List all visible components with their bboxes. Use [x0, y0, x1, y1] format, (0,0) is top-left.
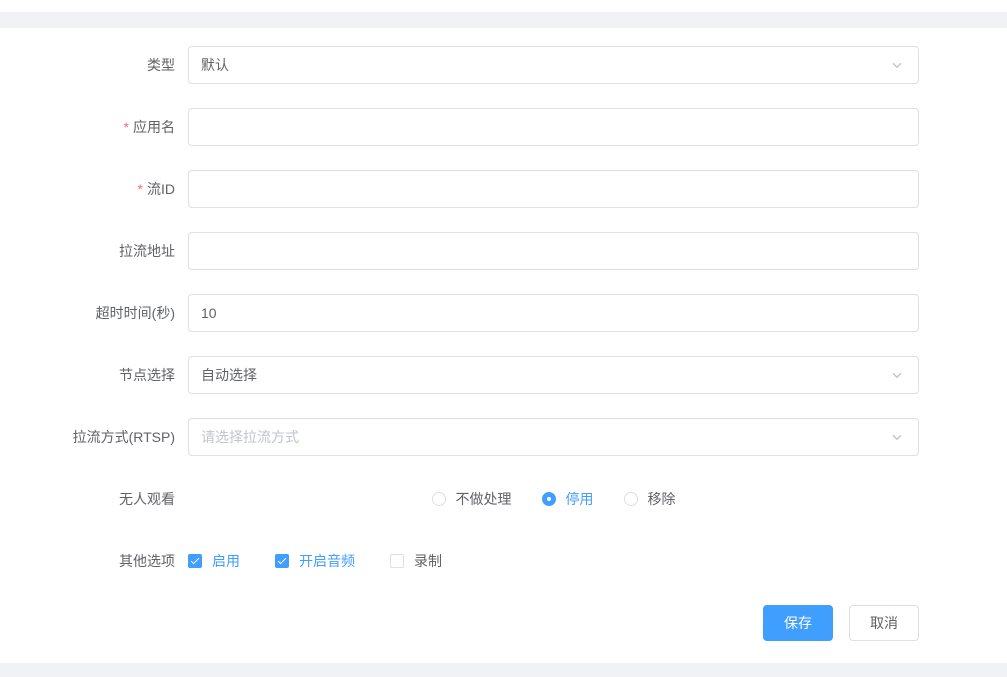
checkbox-enable[interactable]: 启用	[188, 551, 240, 571]
app-name-label-text: 应用名	[133, 119, 175, 135]
node-select-value: 自动选择	[201, 365, 257, 385]
stream-config-form: 类型 默认 *应用名 *流ID 拉流地址 超时时间(秒)	[0, 46, 919, 666]
form-row-pull-url: 拉流地址	[0, 232, 919, 270]
pull-url-label-text: 拉流地址	[119, 243, 175, 259]
checkbox-enable-label: 启用	[212, 551, 240, 571]
form-actions: 保存 取消	[0, 604, 919, 642]
radio-unchecked-icon	[624, 492, 638, 506]
radio-disable[interactable]: 停用	[542, 489, 594, 509]
idle-action-label: 无人观看	[0, 480, 175, 518]
pull-url-label: 拉流地址	[0, 232, 175, 270]
timeout-input[interactable]	[188, 294, 919, 332]
other-options-label-text: 其他选项	[119, 553, 175, 569]
chevron-down-icon	[890, 368, 904, 382]
pull-mode-select[interactable]: 请选择拉流方式	[188, 418, 919, 456]
chevron-down-icon	[890, 58, 904, 72]
checkbox-record[interactable]: 录制	[390, 551, 442, 571]
form-row-stream-id: *流ID	[0, 170, 919, 208]
node-select-label-text: 节点选择	[119, 367, 175, 383]
stream-id-label: *流ID	[0, 170, 175, 208]
idle-action-label-text: 无人观看	[119, 491, 175, 507]
other-options-checkbox-group: 启用 开启音频 录制	[188, 542, 919, 580]
checkbox-audio-label: 开启音频	[299, 551, 355, 571]
stream-id-input[interactable]	[188, 170, 919, 208]
radio-checked-icon	[542, 492, 556, 506]
required-marker: *	[124, 119, 129, 135]
radio-unchecked-icon	[432, 492, 446, 506]
stream-id-label-text: 流ID	[147, 181, 175, 197]
app-name-label: *应用名	[0, 108, 175, 146]
type-select-value: 默认	[201, 55, 229, 75]
type-label: 类型	[0, 46, 175, 84]
form-row-type: 类型 默认	[0, 46, 919, 84]
other-options-label: 其他选项	[0, 542, 175, 580]
app-name-input[interactable]	[188, 108, 919, 146]
form-row-app-name: *应用名	[0, 108, 919, 146]
node-select[interactable]: 自动选择	[188, 356, 919, 394]
pull-mode-label-text: 拉流方式(RTSP)	[73, 429, 175, 445]
node-select-label: 节点选择	[0, 356, 175, 394]
pull-mode-select-placeholder: 请选择拉流方式	[201, 427, 299, 447]
checkbox-checked-icon	[275, 554, 289, 568]
required-marker: *	[138, 181, 143, 197]
chevron-down-icon	[890, 430, 904, 444]
form-row-pull-mode: 拉流方式(RTSP) 请选择拉流方式	[0, 418, 919, 456]
checkbox-checked-icon	[188, 554, 202, 568]
save-button[interactable]: 保存	[763, 605, 833, 641]
timeout-label: 超时时间(秒)	[0, 294, 175, 332]
checkbox-record-label: 录制	[414, 551, 442, 571]
checkbox-unchecked-icon	[390, 554, 404, 568]
radio-disable-label: 停用	[566, 489, 594, 509]
type-label-text: 类型	[147, 57, 175, 73]
radio-no-action[interactable]: 不做处理	[432, 489, 512, 509]
radio-remove[interactable]: 移除	[624, 489, 676, 509]
pull-url-input[interactable]	[188, 232, 919, 270]
radio-no-action-label: 不做处理	[456, 489, 512, 509]
cancel-button[interactable]: 取消	[849, 605, 919, 641]
form-row-timeout: 超时时间(秒)	[0, 294, 919, 332]
form-row-node-select: 节点选择 自动选择	[0, 356, 919, 394]
type-select[interactable]: 默认	[188, 46, 919, 84]
radio-remove-label: 移除	[648, 489, 676, 509]
form-row-other-options: 其他选项 启用 开启音频 录制	[0, 542, 919, 580]
checkbox-audio[interactable]: 开启音频	[275, 551, 355, 571]
timeout-label-text: 超时时间(秒)	[96, 305, 175, 321]
form-row-idle-action: 无人观看 不做处理 停用 移除	[0, 480, 919, 518]
idle-action-radio-group: 不做处理 停用 移除	[188, 480, 919, 518]
top-divider-band	[0, 12, 1007, 28]
pull-mode-label: 拉流方式(RTSP)	[0, 418, 175, 456]
